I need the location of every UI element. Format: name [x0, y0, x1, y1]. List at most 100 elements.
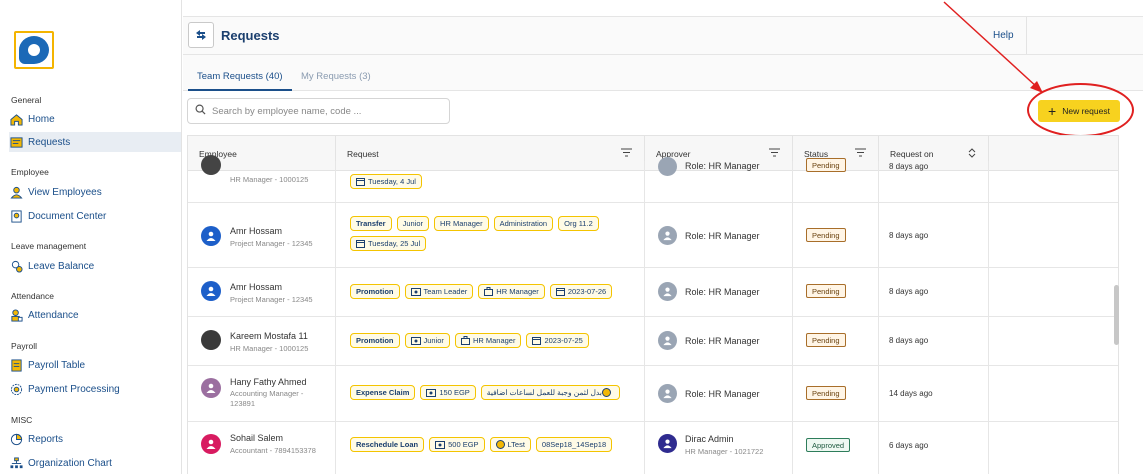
sidebar-item-label: Home — [28, 113, 55, 125]
requests-table: Employee Request Approver Status Request… — [187, 135, 1119, 474]
badge-icon — [410, 287, 421, 296]
table-row[interactable]: HR Manager - 1000125 Tuesday, 4 Jul Role… — [188, 155, 1118, 203]
employee-name: Amr Hossam — [230, 226, 283, 236]
request-chip: Administration — [493, 216, 554, 231]
request-chip: Junior — [404, 333, 450, 348]
new-request-button[interactable]: + New request — [1038, 100, 1120, 122]
plus-icon: + — [1048, 103, 1057, 119]
calendar-icon — [356, 239, 365, 248]
search-input[interactable] — [212, 105, 432, 117]
sidebar-item-document-center[interactable]: Document Center — [9, 206, 181, 226]
request-date: 6 days ago — [889, 441, 929, 450]
table-row[interactable]: Sohail Salem Accountant - 7894153378 Res… — [188, 422, 1118, 474]
employee-role: Accounting Manager - 123891 — [230, 389, 304, 408]
sidebar-item-payment-processing[interactable]: Payment Processing — [9, 379, 181, 399]
approver-name: Role: HR Manager — [685, 231, 760, 241]
approver-name: Dirac Admin — [685, 434, 734, 444]
request-chip: Tuesday, 25 Jul — [350, 236, 427, 251]
employee-name: Hany Fathy Ahmed — [230, 377, 307, 387]
approver-avatar — [658, 434, 677, 453]
filter-icon[interactable] — [769, 148, 780, 159]
user-icon — [9, 185, 23, 199]
sidebar-item-requests[interactable]: Requests — [9, 132, 181, 152]
pie-chart-icon — [9, 432, 23, 446]
sort-icon[interactable] — [968, 148, 976, 160]
sidebar-item-label: Organization Chart — [28, 457, 112, 469]
employee-role: Project Manager - 12345 — [230, 295, 313, 304]
sidebar-item-organization-chart[interactable]: Organization Chart — [9, 453, 181, 473]
employee-name: Sohail Salem — [230, 433, 284, 443]
scrollbar-thumb[interactable] — [1114, 285, 1119, 345]
table-row[interactable]: Amr Hossam Project Manager - 12345 Promo… — [188, 268, 1118, 317]
avatar — [201, 378, 221, 398]
requests-icon — [9, 135, 23, 149]
status-badge: Pending — [806, 158, 846, 172]
money-icon — [435, 440, 446, 449]
sidebar-item-home[interactable]: Home — [9, 109, 181, 129]
briefcase-icon — [460, 336, 470, 345]
status-badge: Pending — [806, 284, 846, 298]
request-chip: بدل لثمن وجبة للعمل لساعات اضافية — [480, 385, 620, 400]
briefcase-icon — [484, 287, 494, 296]
document-icon — [9, 209, 23, 223]
employee-role: HR Manager - 1000125 — [230, 344, 309, 353]
avatar — [201, 281, 221, 301]
sidebar-section-misc: MISC — [11, 415, 33, 425]
status-badge: Pending — [806, 333, 846, 347]
request-chip: Tuesday, 4 Jul — [350, 174, 422, 189]
employee-role: Project Manager - 12345 — [230, 239, 313, 248]
request-chip: HR Manager — [454, 333, 522, 348]
request-date: 8 days ago — [889, 231, 929, 240]
sidebar-item-label: Payroll Table — [28, 359, 86, 371]
status-badge: Pending — [806, 386, 846, 400]
avatar — [201, 226, 221, 246]
sidebar-item-view-employees[interactable]: View Employees — [9, 182, 181, 202]
request-chip: LTest — [489, 437, 531, 452]
sidebar-item-payroll-table[interactable]: Payroll Table — [9, 355, 181, 375]
approver-avatar — [658, 226, 677, 245]
tab-my-requests[interactable]: My Requests (3) — [301, 71, 371, 82]
calendar-icon — [555, 287, 565, 296]
search-icon — [195, 102, 206, 120]
request-type-chip: Reschedule Loan — [350, 437, 425, 452]
calendar-icon — [356, 177, 365, 186]
badge-icon — [410, 336, 421, 345]
request-chip: HR Manager — [478, 284, 545, 299]
filter-icon[interactable] — [621, 148, 632, 159]
approver-avatar — [658, 384, 677, 403]
approver-avatar — [658, 282, 677, 301]
sidebar-item-label: Requests — [28, 136, 71, 148]
employee-name: Kareem Mostafa 11 — [230, 331, 308, 341]
approver-role: HR Manager - 1021722 — [685, 447, 764, 456]
sidebar-item-reports[interactable]: Reports — [9, 429, 181, 449]
table-row[interactable]: Amr Hossam Project Manager - 12345 Trans… — [188, 203, 1118, 268]
avatar — [201, 155, 221, 175]
sidebar-section-leave: Leave management — [11, 241, 87, 251]
request-type-chip: Transfer — [350, 216, 392, 231]
tab-team-requests[interactable]: Team Requests (40) — [197, 71, 283, 82]
approver-avatar — [658, 331, 677, 350]
request-chip: 500 EGP — [429, 437, 485, 452]
request-chip: Org 11.2 — [558, 216, 599, 231]
sidebar-section-general: General — [11, 95, 42, 105]
question-icon — [495, 440, 505, 449]
request-date: 8 days ago — [889, 287, 929, 296]
table-row[interactable]: Kareem Mostafa 11 HR Manager - 1000125 P… — [188, 317, 1118, 366]
approver-name: Role: HR Manager — [685, 336, 760, 346]
new-request-label: New request — [1062, 106, 1110, 116]
org-chart-icon — [9, 456, 23, 470]
table-row[interactable]: Hany Fathy Ahmed Accounting Manager - 12… — [188, 366, 1118, 422]
employee-role: HR Manager - 1000125 — [230, 175, 309, 184]
active-tab-indicator — [188, 89, 292, 91]
sidebar-section-attendance: Attendance — [11, 291, 55, 301]
payroll-table-icon — [9, 358, 23, 372]
request-chip: Team Leader — [404, 284, 474, 299]
sidebar-item-attendance[interactable]: Attendance — [9, 305, 181, 325]
attendance-icon — [9, 308, 23, 322]
home-icon — [9, 112, 23, 126]
search-box[interactable] — [187, 98, 450, 124]
request-type-chip: Expense Claim — [350, 385, 416, 400]
filter-icon[interactable] — [855, 148, 866, 159]
sidebar-item-leave-balance[interactable]: Leave Balance — [9, 256, 181, 276]
requests-title-icon — [188, 22, 214, 48]
